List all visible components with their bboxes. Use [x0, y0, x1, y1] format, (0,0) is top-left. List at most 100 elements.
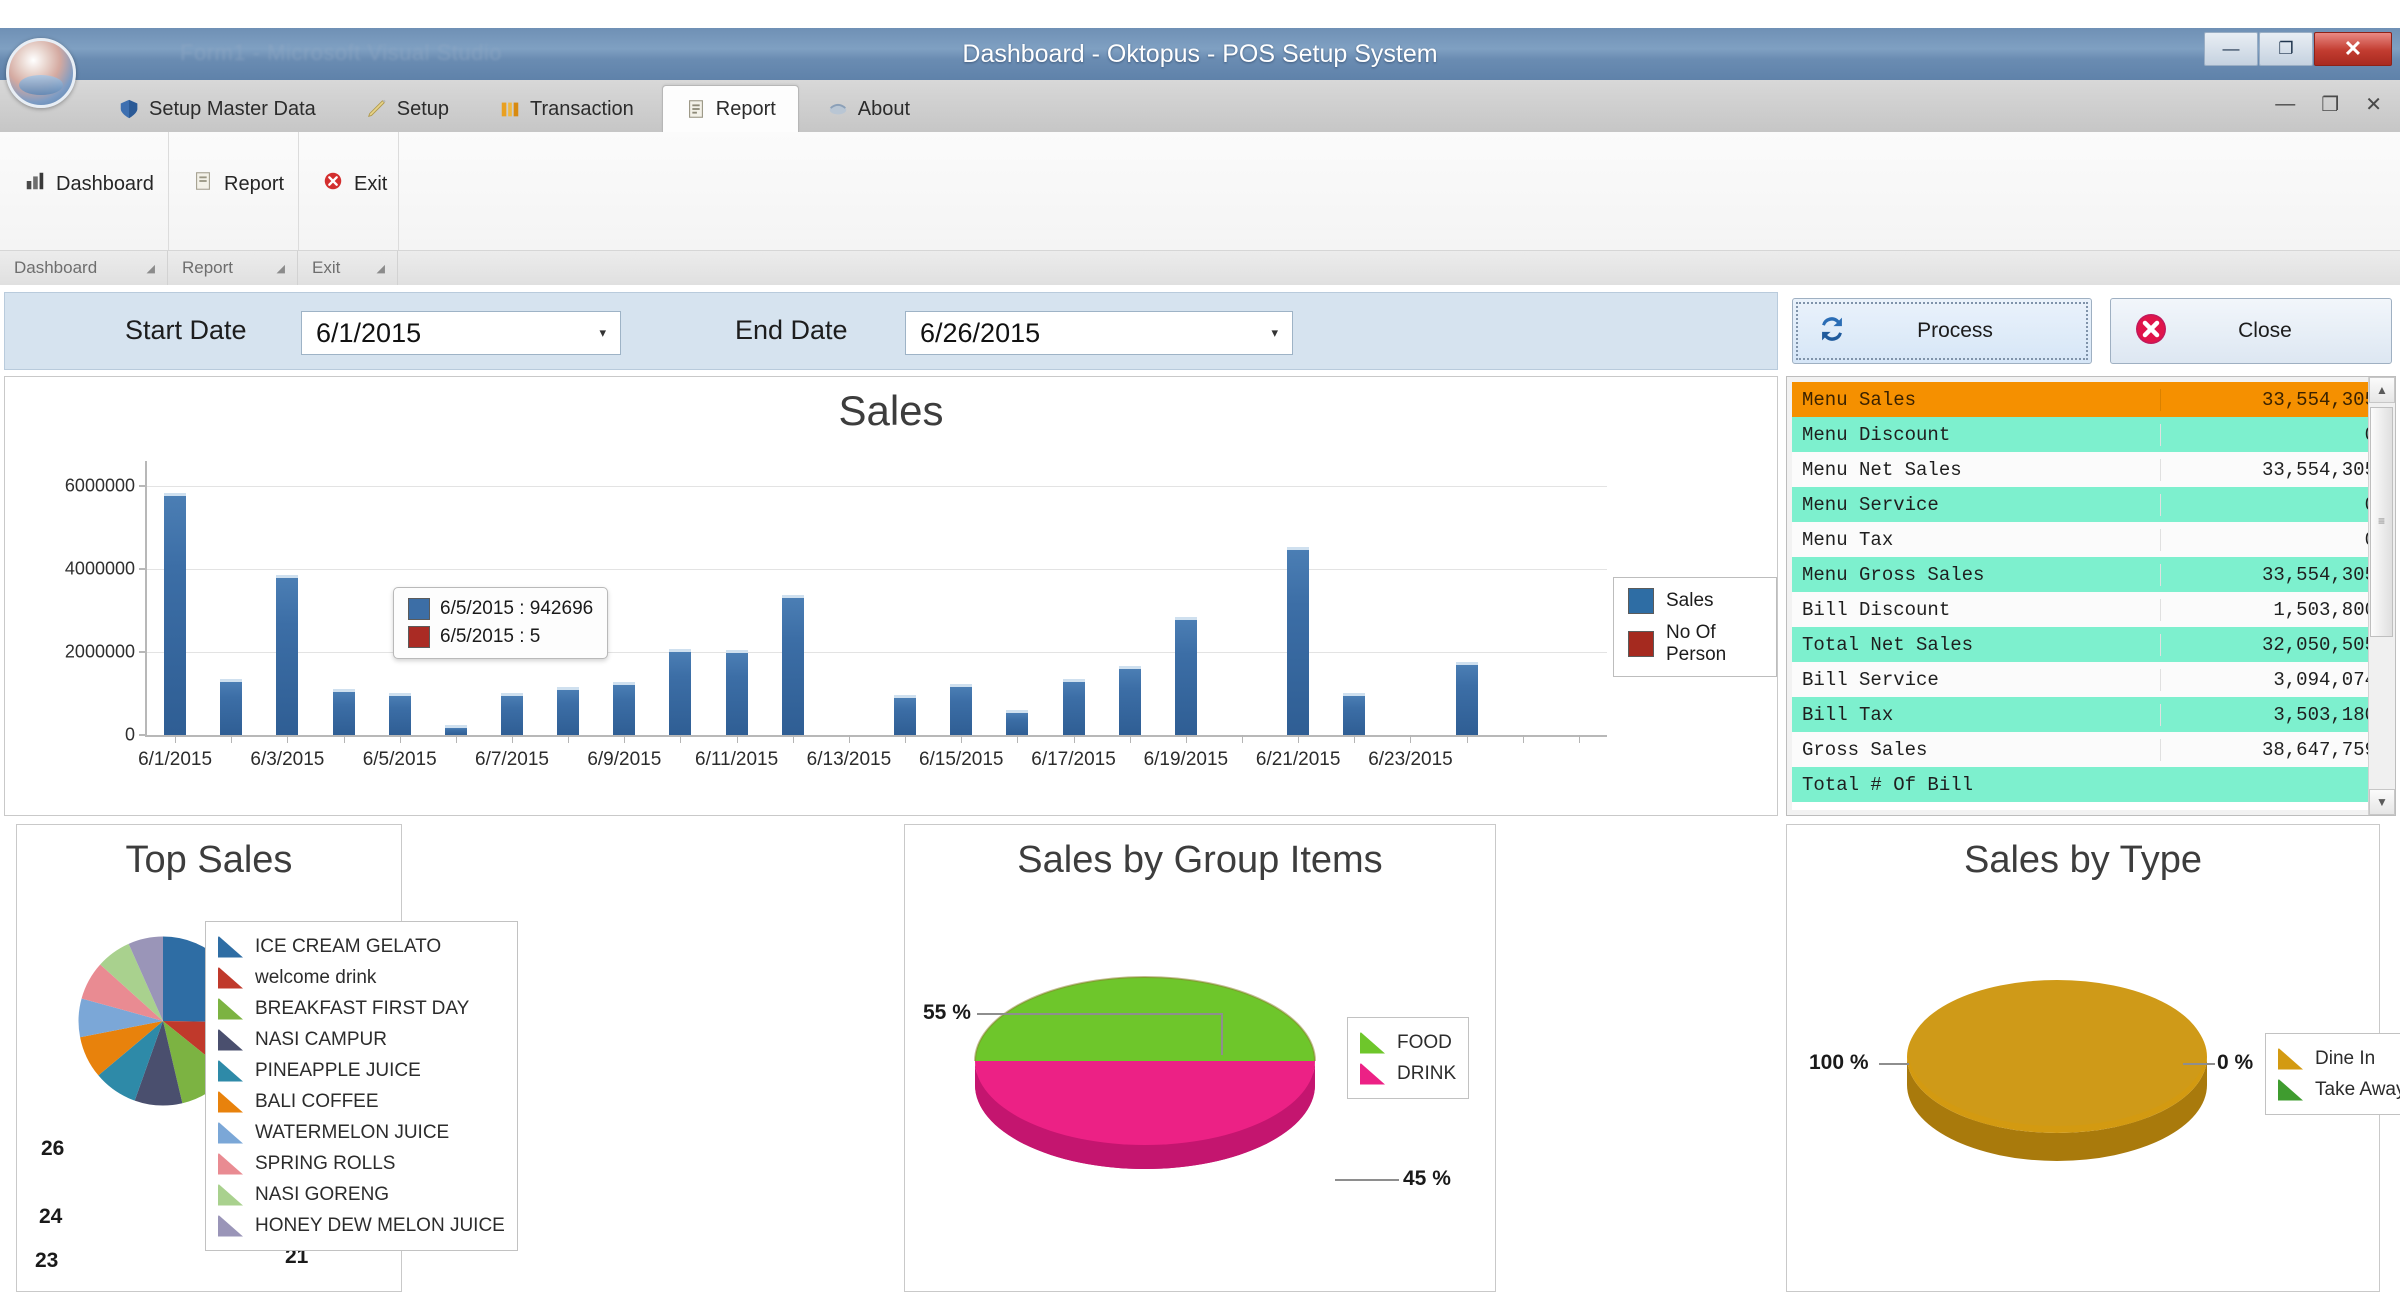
bar[interactable] [332, 689, 355, 735]
x-tick-mark [399, 735, 401, 743]
table-row[interactable]: Menu Sales 33,554,305 [1792, 382, 2390, 417]
sales-by-type-panel: Sales by Type 100 % 0 % Dine In Take Awa… [1786, 824, 2400, 1292]
bar[interactable] [950, 684, 973, 735]
chevron-down-icon[interactable]: ◢ [377, 262, 385, 275]
legend-label: WATERMELON JUICE [255, 1121, 450, 1143]
end-date-label: End Date [735, 315, 848, 345]
table-row[interactable]: Menu Tax 0 [1792, 522, 2390, 557]
start-date-value: 6/1/2015 [316, 317, 422, 348]
drink-percent-label: 45 % [1403, 1167, 1451, 1190]
series-color-swatch [1628, 631, 1654, 657]
bar[interactable] [444, 724, 467, 735]
bar[interactable] [501, 693, 523, 735]
bar[interactable] [669, 648, 692, 735]
bar[interactable] [1455, 662, 1478, 735]
legend-label: ICE CREAM GELATO [255, 935, 442, 957]
inner-close-button[interactable]: ✕ [2365, 92, 2382, 117]
minimize-button[interactable]: — [2204, 32, 2258, 66]
table-row[interactable]: Total # Of Bill [1792, 767, 2390, 802]
start-date-input[interactable]: 6/1/2015 ▾ [301, 311, 621, 355]
table-row[interactable]: Bill Service 3,094,074 [1792, 662, 2390, 697]
x-tick-label: 6/9/2015 [587, 749, 662, 770]
ribbon: Dashboard Report Exit Dashboard ◢ Report… [0, 132, 2400, 285]
row-value: 33,554,305 [2160, 563, 2390, 586]
x-tick-mark [1522, 735, 1524, 743]
scroll-down-button[interactable]: ▼ [2369, 789, 2395, 815]
table-row[interactable]: Menu Gross Sales 33,554,305 [1792, 557, 2390, 592]
bar[interactable] [220, 679, 243, 735]
sales-chart-legend: Sales No Of Person [1613, 577, 1777, 677]
bar[interactable] [1287, 547, 1310, 735]
chevron-down-icon[interactable]: ◢ [277, 262, 285, 275]
table-row[interactable]: Gross Sales 38,647,759 [1792, 732, 2390, 767]
bars-icon [499, 98, 521, 120]
chevron-down-icon[interactable]: ▾ [1271, 325, 1278, 341]
tab-setup[interactable]: Setup [344, 86, 471, 132]
bar[interactable] [781, 595, 804, 735]
table-row[interactable]: Menu Net Sales 33,554,305 [1792, 452, 2390, 487]
x-tick-mark [1466, 735, 1468, 743]
bar[interactable] [1118, 666, 1141, 735]
ribbon-button-exit[interactable]: Exit [312, 164, 397, 204]
close-panel-button[interactable]: Close [2110, 298, 2392, 364]
summary-grid[interactable]: Menu Sales 33,554,305 Menu Discount 0 Menu N… [1792, 382, 2390, 810]
ribbon-tab-strip: Setup Master Data Setup Transaction Repo… [0, 80, 2400, 133]
tab-report[interactable]: Report [661, 85, 799, 132]
legend-label: SPRING ROLLS [255, 1152, 396, 1174]
gridline [147, 651, 1607, 653]
row-value: 33,554,305 [2160, 458, 2390, 481]
summary-grid-scrollbar[interactable]: ▲ ≡ ▼ [2368, 377, 2395, 815]
tab-transaction[interactable]: Transaction [477, 86, 656, 132]
slice-color-swatch [218, 935, 243, 958]
scrollbar-thumb[interactable]: ≡ [2370, 407, 2393, 637]
ribbon-button-dashboard[interactable]: Dashboard [14, 164, 164, 204]
x-tick-mark [343, 735, 345, 743]
sales-chart-title: Sales [838, 387, 944, 434]
x-tick-mark [175, 735, 177, 743]
legend-label: Dine In [2315, 1047, 2376, 1069]
table-row[interactable]: Bill Tax 3,503,180 [1792, 697, 2390, 732]
tooltip-line-1: 6/5/2015 : 942696 [440, 598, 594, 619]
scroll-up-button[interactable]: ▲ [2369, 377, 2395, 403]
bar[interactable] [613, 682, 636, 735]
chevron-down-icon[interactable]: ▾ [599, 325, 606, 341]
x-tick-label: 6/5/2015 [362, 749, 437, 770]
table-row[interactable]: Bill Discount 1,503,800 [1792, 592, 2390, 627]
inner-restore-button[interactable]: ❐ [2321, 92, 2339, 117]
bar[interactable] [164, 493, 187, 735]
x-tick-mark [680, 735, 682, 743]
chevron-down-icon[interactable]: ◢ [147, 262, 155, 275]
sales-by-type-pie [1907, 980, 2207, 1161]
legend-label: NASI CAMPUR [255, 1028, 387, 1050]
table-row[interactable]: Menu Service 0 [1792, 487, 2390, 522]
table-row[interactable]: Total Net Sales 32,050,505 [1792, 627, 2390, 662]
x-tick-label: 6/19/2015 [1143, 749, 1229, 770]
bar[interactable] [894, 695, 917, 735]
bar[interactable] [1174, 617, 1197, 735]
close-button[interactable]: ✕ [2314, 32, 2392, 66]
end-date-input[interactable]: 6/26/2015 ▾ [905, 311, 1293, 355]
app-logo-orb[interactable] [6, 38, 76, 108]
inner-minimize-button[interactable]: — [2275, 93, 2295, 116]
tooltip-line-2: 6/5/2015 : 5 [440, 626, 541, 647]
maximize-button[interactable]: ❐ [2259, 32, 2313, 66]
tooltip-row-sales: 6/5/2015 : 942696 [408, 598, 593, 620]
tab-about[interactable]: About [805, 86, 932, 132]
table-row[interactable]: Menu Discount 0 [1792, 417, 2390, 452]
process-button[interactable]: Process [1792, 298, 2092, 364]
window-title-bar: Form1 - Microsoft Visual Studio Dashboar… [0, 28, 2400, 81]
bar[interactable] [557, 687, 580, 735]
x-tick-mark [1578, 735, 1580, 743]
bar[interactable] [1062, 678, 1085, 735]
tab-setup-master-data[interactable]: Setup Master Data [96, 86, 338, 132]
bar[interactable] [276, 575, 299, 735]
bar[interactable] [1343, 693, 1366, 735]
ribbon-button-report[interactable]: Report [182, 164, 294, 204]
gridline [147, 568, 1607, 570]
y-tick-mark [139, 650, 147, 653]
legend-item: Take Away [2278, 1074, 2400, 1105]
bar[interactable] [1006, 710, 1029, 735]
bar[interactable] [388, 692, 411, 735]
bar[interactable] [725, 649, 748, 735]
ribbon-group-dashboard: Dashboard [0, 132, 169, 250]
